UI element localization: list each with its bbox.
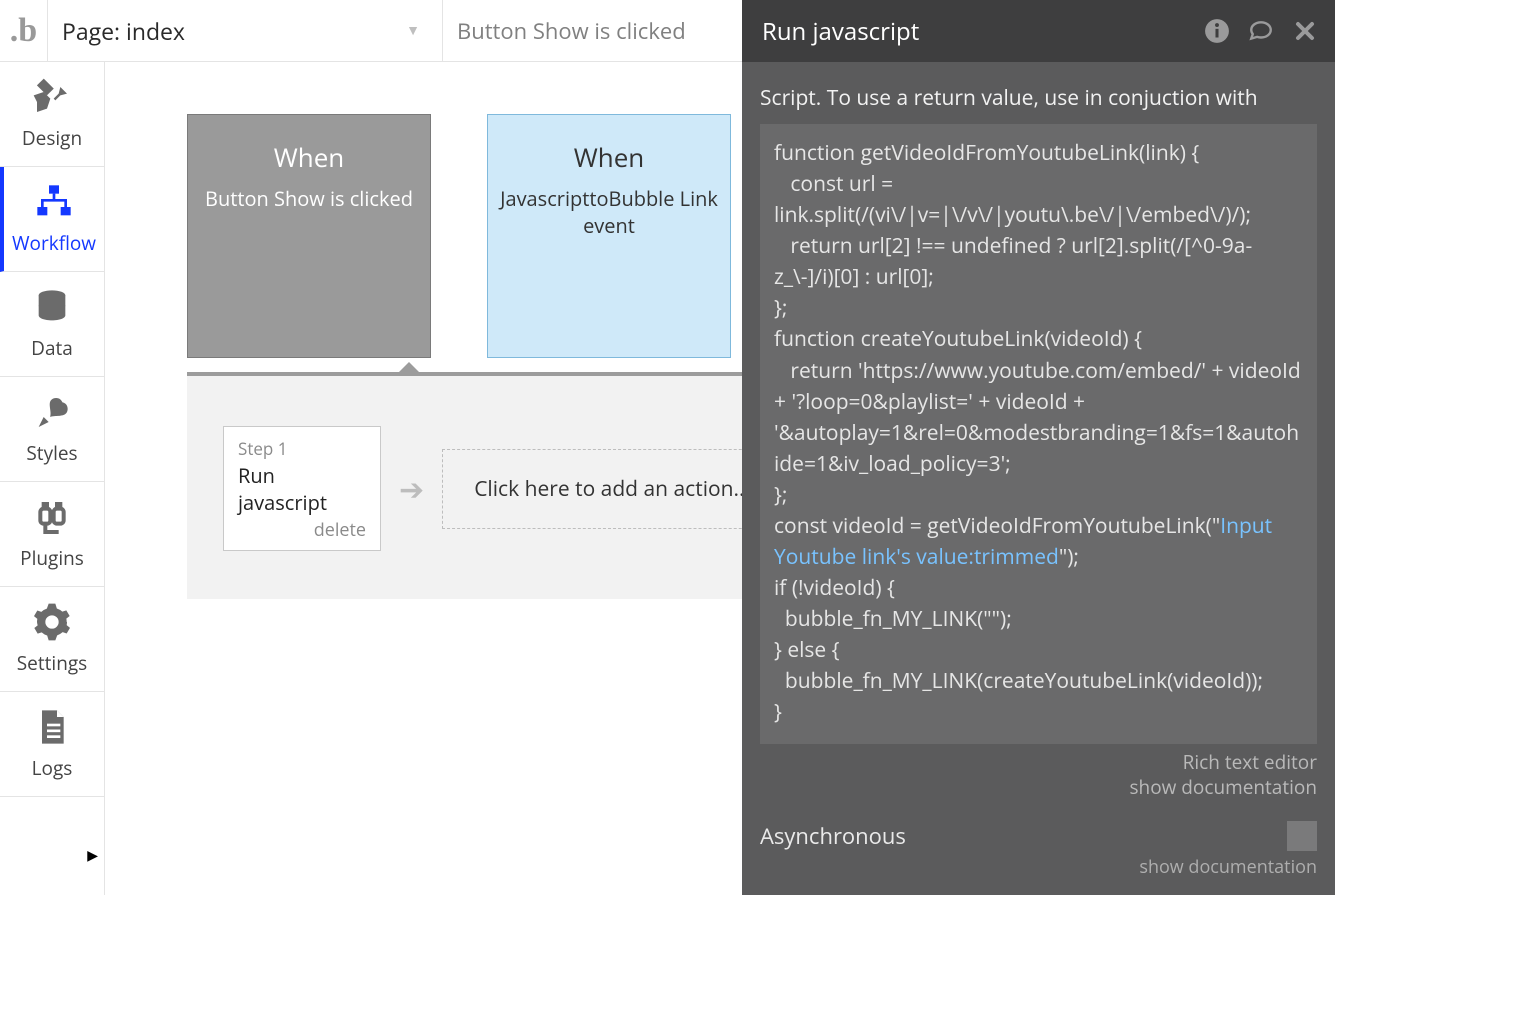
event-when-label: When (574, 139, 645, 175)
sidebar-item-label: Plugins (20, 545, 84, 571)
sidebar-item-label: Workflow (12, 230, 96, 256)
page-selector[interactable]: Page: index ▼ (48, 0, 443, 62)
script-field-label: Script. To use a return value, use in co… (760, 84, 1317, 112)
rich-text-editor-link[interactable]: Rich text editor (760, 750, 1317, 775)
code-pre: function getVideoIdFromYoutubeLink(link)… (774, 139, 1306, 540)
script-textarea[interactable]: function getVideoIdFromYoutubeLink(link)… (760, 124, 1317, 744)
event-desc: JavascripttoBubble Link event (488, 185, 730, 239)
asynchronous-checkbox[interactable] (1287, 821, 1317, 851)
sidebar-item-label: Design (22, 125, 82, 151)
sidebar-item-data[interactable]: Data (0, 272, 104, 377)
event-box-selected[interactable]: When Button Show is clicked (187, 114, 431, 358)
pointer-icon (395, 362, 423, 376)
comment-icon[interactable] (1247, 17, 1275, 45)
show-documentation-link[interactable]: show documentation (760, 775, 1317, 800)
chevron-down-icon: ▼ (406, 21, 420, 40)
workflow-canvas: When Button Show is clicked When Javascr… (105, 62, 742, 895)
steps-panel: Step 1 Run javascript delete ➔ Click her… (187, 372, 742, 599)
add-action-button[interactable]: Click here to add an action... (442, 449, 742, 529)
current-event-name: Button Show is clicked (443, 0, 742, 62)
sidebar-item-workflow[interactable]: Workflow (0, 167, 104, 272)
page-selector-label: Page: index (62, 15, 185, 47)
sidebar-item-label: Settings (17, 650, 87, 676)
sidebar-item-label: Styles (26, 440, 77, 466)
sidebar-expand-icon[interactable]: ▶ (87, 846, 98, 865)
sidebar-item-styles[interactable]: Styles (0, 377, 104, 482)
show-documentation-link-2[interactable]: show documentation (760, 855, 1317, 879)
arrow-right-icon: ➔ (399, 468, 424, 509)
close-icon[interactable] (1291, 17, 1319, 45)
panel-title-bar: Run javascript (742, 0, 1335, 62)
add-action-label: Click here to add an action... (474, 475, 742, 503)
event-desc: Button Show is clicked (195, 185, 423, 212)
step-title: Run javascript (238, 462, 366, 516)
sidebar-item-logs[interactable]: Logs (0, 692, 104, 797)
step-box[interactable]: Step 1 Run javascript delete (223, 426, 381, 551)
sidebar-item-design[interactable]: Design (0, 62, 104, 167)
logo-text: .b (10, 12, 37, 50)
sidebar-item-plugins[interactable]: Plugins (0, 482, 104, 587)
panel-title: Run javascript (762, 15, 919, 48)
sidebar-item-label: Data (31, 335, 73, 361)
step-number: Step 1 (238, 437, 366, 460)
current-event-label: Button Show is clicked (457, 16, 686, 46)
info-icon[interactable] (1203, 17, 1231, 45)
sidebar: Design Workflow Data Styles Plugins Sett… (0, 62, 105, 895)
app-logo[interactable]: .b (0, 0, 48, 62)
sidebar-item-settings[interactable]: Settings (0, 587, 104, 692)
event-box[interactable]: When JavascripttoBubble Link event (487, 114, 731, 358)
event-when-label: When (274, 139, 345, 175)
sidebar-item-label: Logs (32, 755, 73, 781)
step-delete-link[interactable]: delete (238, 518, 366, 542)
asynchronous-label: Asynchronous (760, 821, 906, 851)
property-panel: Script. To use a return value, use in co… (742, 62, 1335, 895)
